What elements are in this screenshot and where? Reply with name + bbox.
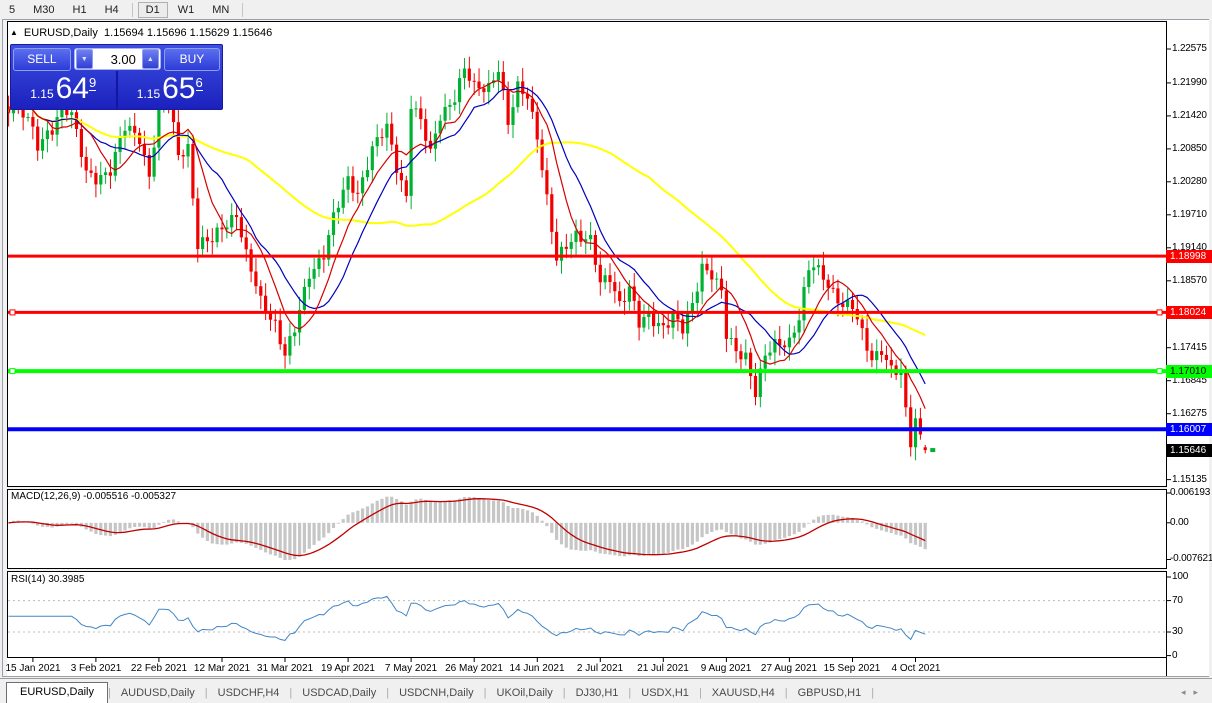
hline-price-label: 1.17010 [1166,365,1212,378]
buy-button[interactable]: BUY [163,47,220,71]
date-axis-label: 9 Aug 2021 [700,663,752,674]
rsi-indicator-label: RSI(14) 30.3985 [11,574,85,585]
volume-increase-icon[interactable]: ▲ [141,49,159,69]
tab-scroll-right-icon[interactable]: ▸ [1193,687,1206,697]
chart-title: ▲ EURUSD,Daily 1.15694 1.15696 1.15629 1.… [10,27,272,39]
date-axis-label: 26 May 2021 [445,663,503,674]
symbol-tab-usdx[interactable]: USDX,H1 [631,684,699,703]
macd-panel[interactable] [7,489,1167,569]
timeframe-button-w1[interactable]: W1 [170,2,203,18]
date-axis-label: 4 Oct 2021 [891,663,941,674]
symbol-tab-ukoil[interactable]: UKOil,Daily [487,684,563,703]
timeframe-button-5[interactable]: 5 [1,2,23,18]
symbol-tab-audusd[interactable]: AUDUSD,Daily [111,684,205,703]
sell-price-display: 1.15 64 9 [11,71,118,109]
price-axis-tick: 1.21990 [1172,77,1207,88]
one-click-trade-panel: SELL ▼ ▲ BUY 1.15 64 9 1.15 65 6 [10,44,223,110]
buy-price-pip: 6 [195,75,203,91]
macd-axis-tick: 0.006193 [1170,487,1211,498]
date-axis-label: 15 Jan 2021 [5,663,61,674]
timeframe-button-h4[interactable]: H4 [97,2,127,18]
timeframe-button-d1[interactable]: D1 [137,1,168,18]
date-axis-label: 2 Jul 2021 [576,663,624,674]
date-axis-label: 12 Mar 2021 [193,663,251,674]
price-axis-tick: 1.21420 [1172,110,1207,121]
symbol-tab-usdcnh[interactable]: USDCNH,Daily [389,684,484,703]
toolbar-separator [131,2,133,17]
rsi-panel[interactable] [7,571,1167,658]
date-axis-label: 19 Apr 2021 [321,663,375,674]
date-axis-label: 27 Aug 2021 [760,663,818,674]
symbol-tab-xauusd[interactable]: XAUUSD,H4 [702,684,785,703]
collapse-panel-icon[interactable]: ▲ [10,28,18,37]
sell-price-prefix: 1.15 [30,87,54,101]
macd-axis-tick: 0.00 [1170,517,1189,528]
sell-price-pip: 9 [89,75,97,91]
rsi-axis-tick: 100 [1172,571,1189,582]
symbol-tab-gbpusd[interactable]: GBPUSD,H1 [788,684,872,703]
buy-price-display: 1.15 65 6 [118,71,223,109]
timeframe-button-h1[interactable]: H1 [65,2,95,18]
price-axis-tick: 1.20280 [1172,176,1207,187]
symbol-tab-bar: EURUSD,Daily | AUDUSD,Daily | USDCHF,H4 | USDC… [0,678,1212,703]
date-axis-label: 21 Jul 2021 [637,663,689,674]
timeframe-button-mn[interactable]: MN [204,2,237,18]
rsi-axis-tick: 0 [1172,650,1178,661]
tab-scroll-left-icon[interactable]: ◂ [1181,687,1194,697]
volume-decrease-icon[interactable]: ▼ [75,49,93,69]
price-axis-tick: 1.19710 [1172,209,1207,220]
chart-symbol-period: EURUSD,Daily [23,27,98,39]
symbol-tab-dj30[interactable]: DJ30,H1 [566,684,629,703]
symbol-tab-usdcad[interactable]: USDCAD,Daily [292,684,386,703]
symbol-tab-usdchf[interactable]: USDCHF,H4 [208,684,290,703]
price-axis-tick: 1.17415 [1172,342,1207,353]
price-axis-tick: 1.20850 [1172,143,1207,154]
hline-price-label: 1.18998 [1166,250,1212,263]
hline-price-label: 1.18024 [1166,306,1212,319]
rsi-axis-tick: 70 [1172,595,1183,606]
chart-ohlc-values: 1.15694 1.15696 1.15629 1.15646 [104,27,273,39]
buy-price-prefix: 1.15 [136,87,161,101]
volume-input[interactable] [93,50,141,68]
timeframe-toolbar: 5 M30 H1 H4 D1 W1 MN [0,0,1212,19]
hline-price-label: 1.16007 [1166,423,1212,436]
date-axis-label: 31 Mar 2021 [256,663,314,674]
volume-box: ▼ ▲ [73,48,161,70]
price-axis-tick: 1.18570 [1172,275,1207,286]
date-axis-label: 7 May 2021 [384,663,438,674]
date-axis-label: 14 Jun 2021 [509,663,565,674]
timeframe-button-m30[interactable]: M30 [25,2,62,18]
date-axis-label: 22 Feb 2021 [130,663,188,674]
price-axis-tick: 1.15135 [1172,474,1207,485]
sell-price-big: 64 [55,72,89,105]
buy-price-big: 65 [162,72,196,105]
toolbar-separator [242,2,244,17]
price-axis-tick: 1.22575 [1172,43,1207,54]
symbol-tab-eurusd[interactable]: EURUSD,Daily [6,682,108,703]
macd-axis-tick: -0.007621 [1170,553,1212,564]
date-axis-label: 3 Feb 2021 [70,663,122,674]
rsi-axis-tick: 30 [1172,626,1183,637]
current-price-label: 1.15646 [1166,444,1212,457]
tab-separator: | [871,687,875,699]
sell-button[interactable]: SELL [13,47,71,71]
price-axis-tick: 1.16275 [1172,408,1207,419]
macd-indicator-label: MACD(12,26,9) -0.005516 -0.005327 [11,491,177,502]
date-axis-label: 15 Sep 2021 [823,663,881,674]
